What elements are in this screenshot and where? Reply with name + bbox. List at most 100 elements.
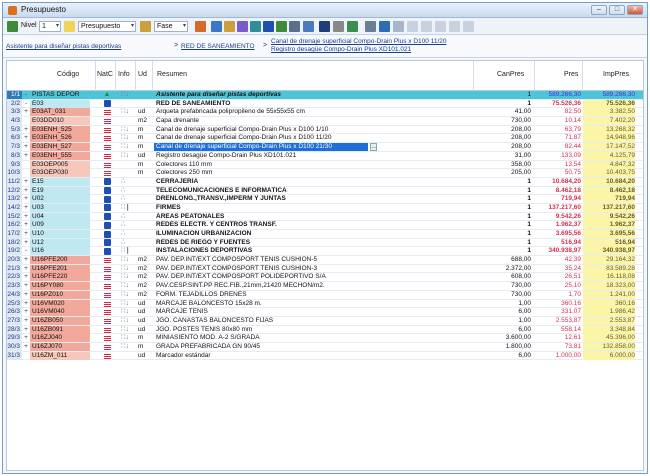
col-imppres[interactable]: ImpPres [603,71,629,78]
filter-icon[interactable] [140,21,151,32]
quantity-cell[interactable]: 1.800,00 [477,343,531,351]
quantity-cell[interactable]: 208,00 [477,126,531,134]
decomposition-icon[interactable]: ∷┃ [121,247,130,255]
summary-cell[interactable]: ILUMINACIÓN URBANIZACIÓN [154,230,474,238]
expand-toggle[interactable]: + [22,152,30,160]
code-cell[interactable]: U04 [30,212,90,221]
price-cell[interactable]: 50,75 [537,169,581,177]
summary-cell[interactable]: Capa drenante [154,117,474,125]
expand-toggle[interactable]: + [22,239,30,247]
summary-cell[interactable]: Canal de drenaje superficial Compo-Drain… [154,134,474,142]
expand-toggle[interactable]: + [22,230,30,238]
quantity-cell[interactable]: 1 [477,221,531,229]
copy-icon[interactable] [365,21,376,32]
decomposition-icon[interactable]: ∷↓ [121,334,129,342]
code-cell[interactable]: E03OEP030 [30,169,90,178]
quantity-cell[interactable]: 1 [477,100,531,108]
table-row[interactable]: 9/3 E03OEP005 m Colectores 110 mm 358,00 13,5… [7,160,643,170]
expand-toggle[interactable]: + [22,256,30,264]
quantity-cell[interactable]: 1,00 [477,300,531,308]
expand-toggle[interactable]: + [22,273,30,281]
nivel-select[interactable]: 1 ▾ [39,21,61,32]
table-row[interactable]: 23/3 + U16PY080 ∷↓ m2 PAV.CÉSP.SINT.PP REC.FI… [7,282,643,291]
breadcrumb-current-2[interactable]: Registro desagüe Compo-Drain Plus XD101.… [271,46,411,53]
table-row[interactable]: 14/2 + U03 ∷┃ FIRMES 1 137.217,60 137.217,60 [7,203,643,213]
table-row[interactable]: 16/2 + U09 ∴ REDES ELÉCTR. Y CENTROS TRANSF.… [7,221,643,230]
expand-toggle[interactable] [22,161,30,169]
title-bar[interactable]: Presupuesto – □ ✕ [3,3,647,18]
code-cell[interactable]: E19 [30,186,90,195]
summary-cell[interactable]: GRADA PREFABRICADA GN 90/45 [154,343,474,351]
quantity-cell[interactable]: 730,00 [477,282,531,290]
quantity-cell[interactable]: 688,00 [477,256,531,264]
code-cell[interactable]: U16PFE200 [30,256,90,265]
expand-toggle[interactable]: + [22,291,30,299]
table-row[interactable]: 25/3 + U16VM020 ∷↓ ud MARCAJE BALONCESTO 15x2… [7,299,643,309]
code-cell[interactable]: U16ZB050 [30,316,90,325]
expand-toggle[interactable]: + [22,265,30,273]
expand-toggle[interactable]: + [22,195,30,203]
decomposition-icon[interactable]: ∷↓ [121,273,129,281]
expand-toggle[interactable]: + [22,282,30,290]
summary-cell[interactable]: FIRMES [154,204,474,212]
decomposition-icon[interactable]: ∴ [121,221,125,229]
expand-toggle[interactable]: + [22,300,30,308]
expand-toggle[interactable] [22,352,30,360]
price-cell[interactable]: 1.962,37 [537,221,581,229]
code-cell[interactable]: U16ZJ070 [30,342,90,351]
summary-cell[interactable]: Registro desagüe Compo-Drain Plus XD101.… [154,152,474,160]
col-ud[interactable]: Ud [138,71,147,78]
expand-toggle[interactable]: + [22,126,30,134]
table-row[interactable]: 30/3 + U16ZJ070 ∷↓ m GRADA PREFABRICADA GN 90… [7,342,643,352]
expand-toggle[interactable] [22,169,30,177]
expand-toggle[interactable] [22,117,30,125]
col-resumen[interactable]: Resumen [157,71,187,78]
code-cell[interactable]: U16ZJ040 [30,334,90,343]
decomposition-icon[interactable]: ∷↓ [121,143,129,151]
price-cell[interactable]: 26,51 [537,273,581,281]
decomposition-icon[interactable]: ∷↓ [121,300,129,308]
price-cell[interactable]: 331,07 [537,308,581,316]
quantity-cell[interactable]: 1 [477,178,531,186]
summary-cell[interactable]: DRENLONG.,TRANSV.,IMPERM Y JUNTAS [154,195,474,203]
measure-icon[interactable] [250,21,261,32]
decomposition-icon[interactable]: ∷↓ [121,326,129,334]
minimize-button[interactable]: – [591,5,607,15]
summary-cell[interactable]: ÁREAS PEATONALES [154,213,474,221]
code-cell[interactable]: E03OEP005 [30,160,90,169]
code-cell[interactable]: U16VM020 [30,299,90,308]
fields-icon[interactable] [393,21,404,32]
quantity-cell[interactable]: 608,00 [477,273,531,281]
code-cell[interactable]: U16PZ010 [30,290,90,299]
quantity-cell[interactable]: 1 [477,91,531,99]
code-cell[interactable]: E03ENH_526 [30,134,90,143]
expand-toggle[interactable]: + [22,308,30,316]
line-icon[interactable] [333,21,344,32]
price-cell[interactable]: 1,70 [537,291,581,299]
code-cell[interactable]: U10 [30,230,90,238]
quantity-cell[interactable]: 208,00 [477,134,531,142]
expand-toggle[interactable]: + [22,326,30,334]
table-row[interactable]: 20/3 + U16PFE200 ∷↓ m2 PAV. DEP.INT/EXT COMPO… [7,256,643,265]
price-cell[interactable]: 13,54 [537,161,581,169]
quantity-cell[interactable]: 6,00 [477,352,531,360]
decomposition-icon[interactable]: ∷↓ [121,317,129,325]
table-row[interactable]: 5/3 + E03ENH_525 ∷↓ m Canal de drenaje superf… [7,125,643,135]
tipo-select[interactable]: Presupuesto ▾ [78,21,136,32]
expand-toggle[interactable]: + [22,187,30,195]
summary-cell[interactable]: INSTALACIONES DEPORTIVAS [154,247,474,255]
quantity-cell[interactable]: 6,00 [477,308,531,316]
decomposition-icon[interactable]: ∷↓ [121,265,129,273]
book-icon[interactable] [224,21,235,32]
decomposition-icon[interactable]: ∴ [121,195,125,203]
price-cell[interactable]: 63,79 [537,126,581,134]
summary-cell[interactable]: Asistente para diseñar pistas deportivas [154,91,474,99]
col-pres[interactable]: Pres [564,71,578,78]
summary-cell[interactable]: PAV. DEP.INT/EXT COMPOSPORT POLIDEPORTIV… [154,273,474,281]
summary-cell[interactable]: JGO. POSTES TENIS 80x80 mm [154,326,474,334]
tree-view-icon[interactable] [7,21,18,32]
quantity-cell[interactable]: 2.372,00 [477,265,531,273]
code-cell[interactable]: PISTAS DEPOR [30,91,90,99]
expand-toggle[interactable]: + [22,143,30,151]
summary-cell[interactable]: PAV. DEP.INT/EXT COMPOSPORT TENIS CUSHIO… [154,265,474,273]
